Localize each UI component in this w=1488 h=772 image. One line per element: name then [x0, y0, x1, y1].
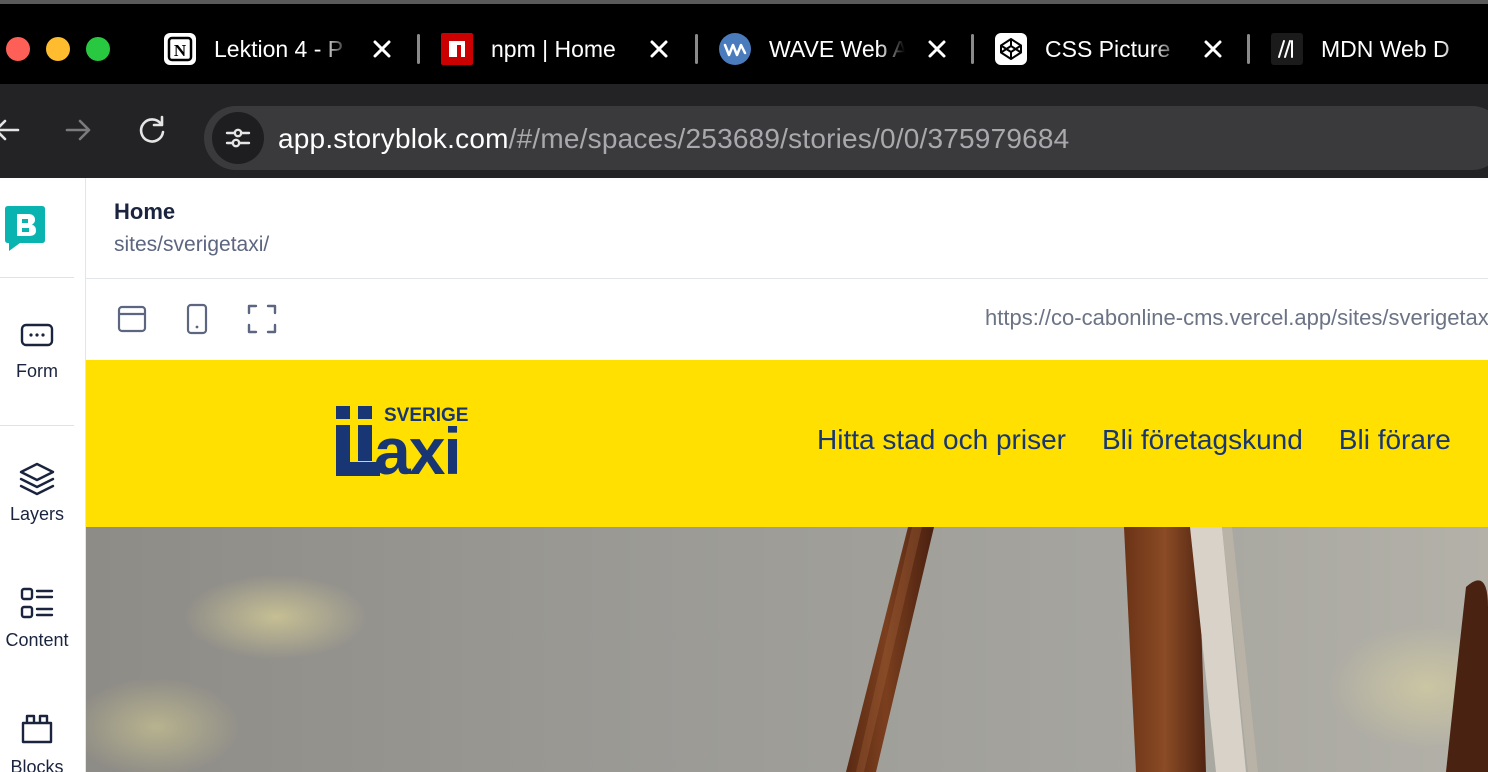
- reload-button[interactable]: [134, 112, 170, 148]
- sidebar-item-layers[interactable]: Layers: [0, 460, 74, 525]
- sidebar-item-content[interactable]: Content: [0, 586, 74, 651]
- tab-title: npm | Home: [491, 35, 616, 62]
- tab-title: WAVE Web A: [769, 35, 905, 62]
- sidebar-item-label: Layers: [9, 504, 65, 524]
- preview-toolbar: https://co-cabonline-cms.vercel.app/site…: [86, 279, 1488, 360]
- url-host: app.storyblok.com: [278, 123, 509, 154]
- minimize-window-button[interactable]: [46, 37, 70, 61]
- hero-image: [86, 527, 1488, 772]
- sverigetaxi-logo[interactable]: SVERIGE axi: [336, 404, 482, 480]
- forward-button[interactable]: [61, 112, 97, 148]
- sidebar-item-form[interactable]: Form: [0, 321, 74, 382]
- nav-link-business[interactable]: Bli företagskund: [1102, 424, 1303, 456]
- tab-title: Lektion 4 - P: [214, 35, 344, 62]
- close-tab-icon[interactable]: [368, 35, 396, 63]
- mobile-view-icon[interactable]: [181, 303, 213, 335]
- address-bar[interactable]: app.storyblok.com/#/me/spaces/253689/sto…: [204, 106, 1488, 170]
- notion-icon: N: [164, 33, 196, 65]
- back-button[interactable]: [0, 112, 24, 148]
- content-icon: [20, 587, 54, 619]
- svg-text:N: N: [174, 41, 187, 60]
- sidebar-item-label: Blocks: [10, 757, 64, 772]
- sidebar-item-label: Form: [16, 361, 58, 381]
- url-path: /#/me/spaces/253689/stories/0/0/37597968…: [508, 123, 1070, 154]
- blocks-icon: [21, 714, 53, 744]
- logo-text-main: axi: [374, 414, 460, 480]
- hero-photo: [846, 527, 1488, 772]
- browser-tab[interactable]: WAVE Web A: [719, 28, 949, 70]
- browser-tab[interactable]: N Lektion 4 - P: [164, 28, 394, 70]
- close-window-button[interactable]: [6, 37, 30, 61]
- mdn-icon: [1271, 33, 1303, 65]
- sidebar-item-label: Content: [5, 630, 69, 650]
- fullscreen-icon[interactable]: [246, 303, 278, 335]
- form-icon: [20, 323, 54, 347]
- editor-sidebar: Form Layers Content Blocks: [0, 178, 86, 772]
- story-header: Home sites/sverigetaxi/: [86, 178, 1488, 279]
- close-tab-icon[interactable]: [1199, 35, 1227, 63]
- codepen-icon: [995, 33, 1027, 65]
- close-tab-icon[interactable]: [923, 35, 951, 63]
- site-header: SVERIGE axi Hitta stad och priser Bli fö…: [86, 360, 1488, 527]
- nav-link-driver[interactable]: Bli förare: [1339, 424, 1451, 456]
- tab-title: MDN Web D: [1321, 35, 1450, 62]
- story-title: Home: [114, 199, 176, 224]
- browser-tab-strip: N Lektion 4 - P npm | Home WAVE Web A CS…: [0, 0, 1488, 84]
- nav-link-find-city[interactable]: Hitta stad och priser: [817, 424, 1066, 456]
- maximize-window-button[interactable]: [86, 37, 110, 61]
- desktop-view-icon[interactable]: [116, 303, 148, 335]
- site-settings-icon[interactable]: [212, 112, 264, 164]
- address-url: app.storyblok.com/#/me/spaces/253689/sto…: [278, 123, 1069, 155]
- story-path: sites/sverigetaxi/: [114, 233, 270, 256]
- browser-toolbar: app.storyblok.com/#/me/spaces/253689/sto…: [0, 84, 1488, 178]
- preview-url[interactable]: https://co-cabonline-cms.vercel.app/site…: [985, 305, 1488, 331]
- tab-title: CSS Picture: [1045, 35, 1171, 62]
- storyblok-logo[interactable]: [4, 204, 46, 252]
- browser-tab[interactable]: CSS Picture: [995, 28, 1225, 70]
- layers-icon: [19, 462, 55, 496]
- browser-tab[interactable]: npm | Home: [441, 28, 671, 70]
- npm-icon: [441, 33, 473, 65]
- wave-icon: [719, 33, 751, 65]
- sidebar-item-blocks[interactable]: Blocks: [0, 713, 74, 772]
- site-nav: Hitta stad och priser Bli företagskund B…: [817, 424, 1451, 456]
- close-tab-icon[interactable]: [645, 35, 673, 63]
- browser-tab[interactable]: MDN Web D: [1271, 28, 1488, 70]
